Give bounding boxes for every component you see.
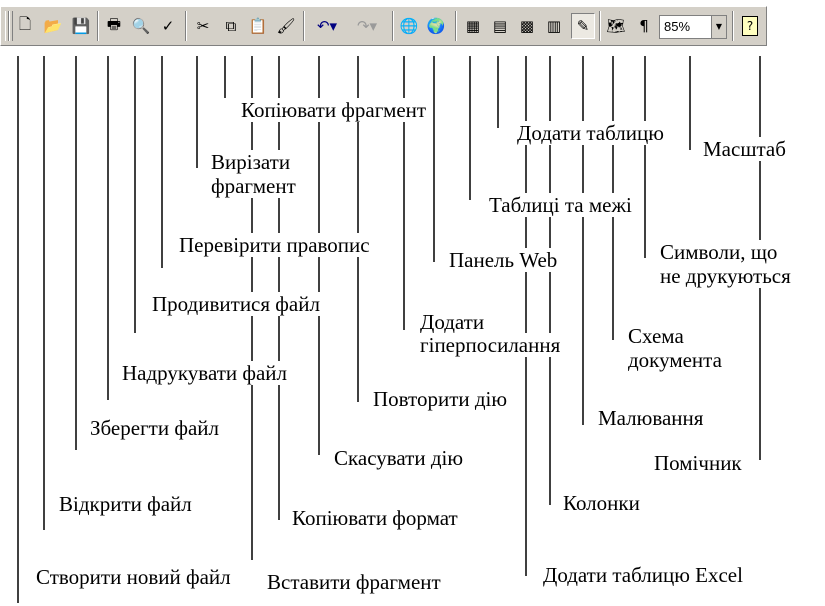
label-undo: Скасувати дію	[334, 446, 464, 470]
label-hyperlink-line1: Додати	[420, 310, 485, 334]
label-add-excel: Додати таблицю Excel	[543, 563, 743, 587]
label-cut-fragment-line1: Вирізати	[211, 150, 291, 174]
label-print-file: Надрукувати файл	[122, 361, 288, 385]
label-zoom: Масштаб	[703, 137, 786, 161]
label-drawing: Малювання	[598, 406, 704, 430]
label-nonprinting-line1: Символи, що	[660, 240, 778, 264]
label-cut-fragment-line2: фрагмент	[211, 174, 296, 198]
label-add-table: Додати таблицю	[517, 121, 664, 145]
label-columns: Колонки	[563, 491, 640, 515]
label-assistant: Помічник	[654, 451, 742, 475]
label-save-file: Зберегти файл	[90, 416, 219, 440]
label-spell-check: Перевірити правопис	[179, 233, 370, 257]
label-open-file: Відкрити файл	[59, 492, 192, 516]
label-tables-borders: Таблиці та межі	[489, 193, 632, 217]
label-new-file: Створити новий файл	[36, 565, 231, 589]
label-copy-format: Копіювати формат	[292, 506, 458, 530]
label-nonprinting-line2: не друкуються	[660, 264, 791, 288]
label-copy-fragment: Копіювати фрагмент	[241, 98, 427, 122]
label-paste-fragment: Вставити фрагмент	[267, 570, 441, 594]
label-preview-file: Продивитися файл	[152, 292, 320, 316]
label-document-map-line2: документа	[628, 348, 722, 372]
label-redo: Повторити дію	[373, 387, 508, 411]
label-document-map-line1: Схема	[628, 324, 684, 348]
label-hyperlink-line2: гіперпосилання	[420, 333, 561, 357]
label-web-panel: Панель Web	[449, 248, 558, 272]
